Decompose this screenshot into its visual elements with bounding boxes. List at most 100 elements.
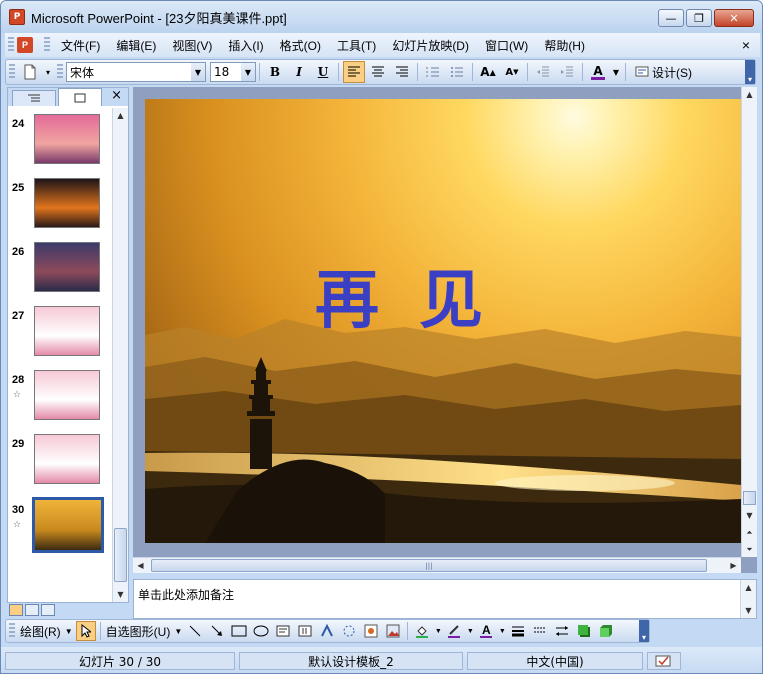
menu-file[interactable]: 文件(F)	[53, 37, 108, 54]
slide-canvas[interactable]: 再见	[145, 99, 741, 543]
slide-thumbnail-image[interactable]	[32, 497, 104, 553]
menu-slideshow[interactable]: 幻灯片放映(D)	[384, 37, 477, 54]
design-button[interactable]: 设计(S)	[635, 64, 692, 81]
decrease-font-icon[interactable]: A ▼	[501, 61, 523, 83]
chevron-down-icon[interactable]: ▼	[611, 61, 621, 83]
slide-thumbnail-image[interactable]	[34, 242, 100, 292]
bold-button[interactable]: B	[264, 61, 286, 83]
scroll-down-icon[interactable]: ▼	[741, 603, 756, 618]
close-button[interactable]: ✕	[714, 9, 754, 27]
slide-thumbnail[interactable]: 28 ☆	[8, 370, 112, 426]
pane-close-icon[interactable]: ×	[111, 88, 122, 103]
slide-horizontal-scrollbar[interactable]: ◀ ||| ▶	[133, 557, 741, 573]
status-template[interactable]: 默认设计模板_2	[239, 652, 463, 670]
draw-menu-button[interactable]: 绘图(R)	[18, 623, 63, 640]
notes-pane[interactable]: 单击此处添加备注 ▲ ▼	[133, 579, 757, 619]
autoshapes-menu-button[interactable]: 自选图形(U)	[104, 623, 173, 640]
3d-style-icon[interactable]	[596, 621, 616, 641]
align-right-button[interactable]	[391, 61, 413, 83]
line-color-icon[interactable]	[444, 621, 464, 641]
scroll-up-icon[interactable]: ▲	[742, 87, 757, 102]
slide-thumbnail-image[interactable]	[34, 114, 100, 164]
chevron-down-icon[interactable]: ▼	[64, 621, 74, 641]
new-document-icon[interactable]	[19, 61, 41, 83]
notes-placeholder[interactable]: 单击此处添加备注	[138, 586, 234, 603]
oval-icon[interactable]	[251, 621, 271, 641]
next-slide-icon[interactable]: ⏷	[742, 542, 757, 557]
restore-button[interactable]: ❐	[686, 9, 712, 27]
menu-grip[interactable]	[8, 37, 14, 53]
menu-help[interactable]: 帮助(H)	[536, 37, 593, 54]
font-size-combo[interactable]: 18 ▼	[210, 62, 256, 82]
scroll-right-icon[interactable]: ▶	[726, 558, 741, 573]
rectangle-icon[interactable]	[229, 621, 249, 641]
slide-thumbnail-image[interactable]	[34, 178, 100, 228]
clipart-icon[interactable]	[361, 621, 381, 641]
toolbar-grip[interactable]	[9, 623, 15, 639]
scroll-up-icon[interactable]: ▲	[113, 108, 128, 123]
document-icon[interactable]: P	[17, 37, 33, 53]
normal-view-icon[interactable]	[9, 604, 23, 616]
scroll-left-icon[interactable]: ◀	[133, 558, 148, 573]
slide-thumbnail[interactable]: 29	[8, 434, 112, 490]
vertical-textbox-icon[interactable]	[295, 621, 315, 641]
chevron-down-icon[interactable]: ▼	[498, 621, 506, 641]
line-icon[interactable]	[185, 621, 205, 641]
scroll-down-icon[interactable]: ▼	[742, 508, 757, 523]
picture-icon[interactable]	[383, 621, 403, 641]
slide-vertical-scrollbar[interactable]: ▲ ▼ ⏶ ⏷	[741, 87, 757, 557]
fill-color-icon[interactable]	[412, 621, 432, 641]
slideshow-icon[interactable]	[41, 604, 55, 616]
toolbar-overflow-icon[interactable]: ▾	[43, 61, 53, 83]
toolbar-grip-2[interactable]	[57, 64, 63, 80]
menu-insert[interactable]: 插入(I)	[220, 37, 271, 54]
slide-title-text[interactable]: 再见	[315, 249, 523, 341]
increase-indent-icon[interactable]	[556, 61, 578, 83]
slide-thumbnail[interactable]: 24	[8, 114, 112, 170]
arrow-style-icon[interactable]	[552, 621, 572, 641]
toolbar-options-icon[interactable]: ▾	[639, 620, 649, 642]
menu-view[interactable]: 视图(V)	[164, 37, 220, 54]
align-left-button[interactable]	[343, 61, 365, 83]
minimize-button[interactable]: —	[658, 9, 684, 27]
chevron-down-icon[interactable]: ▼	[173, 621, 183, 641]
menu-tools[interactable]: 工具(T)	[329, 37, 384, 54]
slide-sorter-icon[interactable]	[25, 604, 39, 616]
thumbnail-scrollbar[interactable]: ▲ ▼	[112, 108, 128, 602]
chevron-down-icon[interactable]: ▼	[466, 621, 474, 641]
scroll-thumb[interactable]: |||	[151, 559, 707, 572]
arrow-icon[interactable]	[207, 621, 227, 641]
align-center-button[interactable]	[367, 61, 389, 83]
chevron-down-icon[interactable]: ▼	[191, 63, 205, 81]
chevron-down-icon[interactable]: ▼	[434, 621, 442, 641]
spelling-check-icon[interactable]	[647, 652, 681, 670]
slide-thumbnail-image[interactable]	[34, 306, 100, 356]
document-close-button[interactable]: ×	[742, 37, 750, 53]
menu-format[interactable]: 格式(O)	[272, 37, 329, 54]
scroll-up-icon[interactable]: ▲	[741, 580, 756, 595]
slide-thumbnail-image[interactable]	[34, 434, 100, 484]
slide-thumbnail[interactable]: 27	[8, 306, 112, 362]
wordart-icon[interactable]	[317, 621, 337, 641]
menu-grip-2[interactable]	[44, 37, 50, 53]
tab-outline[interactable]	[12, 90, 56, 106]
diagram-icon[interactable]	[339, 621, 359, 641]
numbering-icon[interactable]	[422, 61, 444, 83]
scroll-down-icon[interactable]: ▼	[113, 587, 128, 602]
textbox-icon[interactable]	[273, 621, 293, 641]
font-name-combo[interactable]: 宋体 ▼	[66, 62, 206, 82]
font-color-icon[interactable]: A	[476, 621, 496, 641]
tab-slides[interactable]	[58, 88, 102, 106]
previous-slide-icon[interactable]: ⏶	[742, 525, 757, 540]
chevron-down-icon[interactable]: ▼	[241, 63, 255, 81]
select-pointer-icon[interactable]	[75, 621, 96, 641]
powerpoint-app-icon[interactable]: P	[9, 9, 25, 25]
shadow-style-icon[interactable]	[574, 621, 594, 641]
slide-thumbnail[interactable]: 30 ☆	[8, 497, 112, 556]
scroll-thumb[interactable]	[743, 491, 756, 505]
notes-scrollbar[interactable]: ▲ ▼	[740, 580, 756, 618]
dash-style-icon[interactable]	[530, 621, 550, 641]
underline-button[interactable]: U	[312, 61, 334, 83]
slide-thumbnail[interactable]: 25	[8, 178, 112, 234]
toolbar-options-icon[interactable]: ▾	[745, 60, 755, 84]
